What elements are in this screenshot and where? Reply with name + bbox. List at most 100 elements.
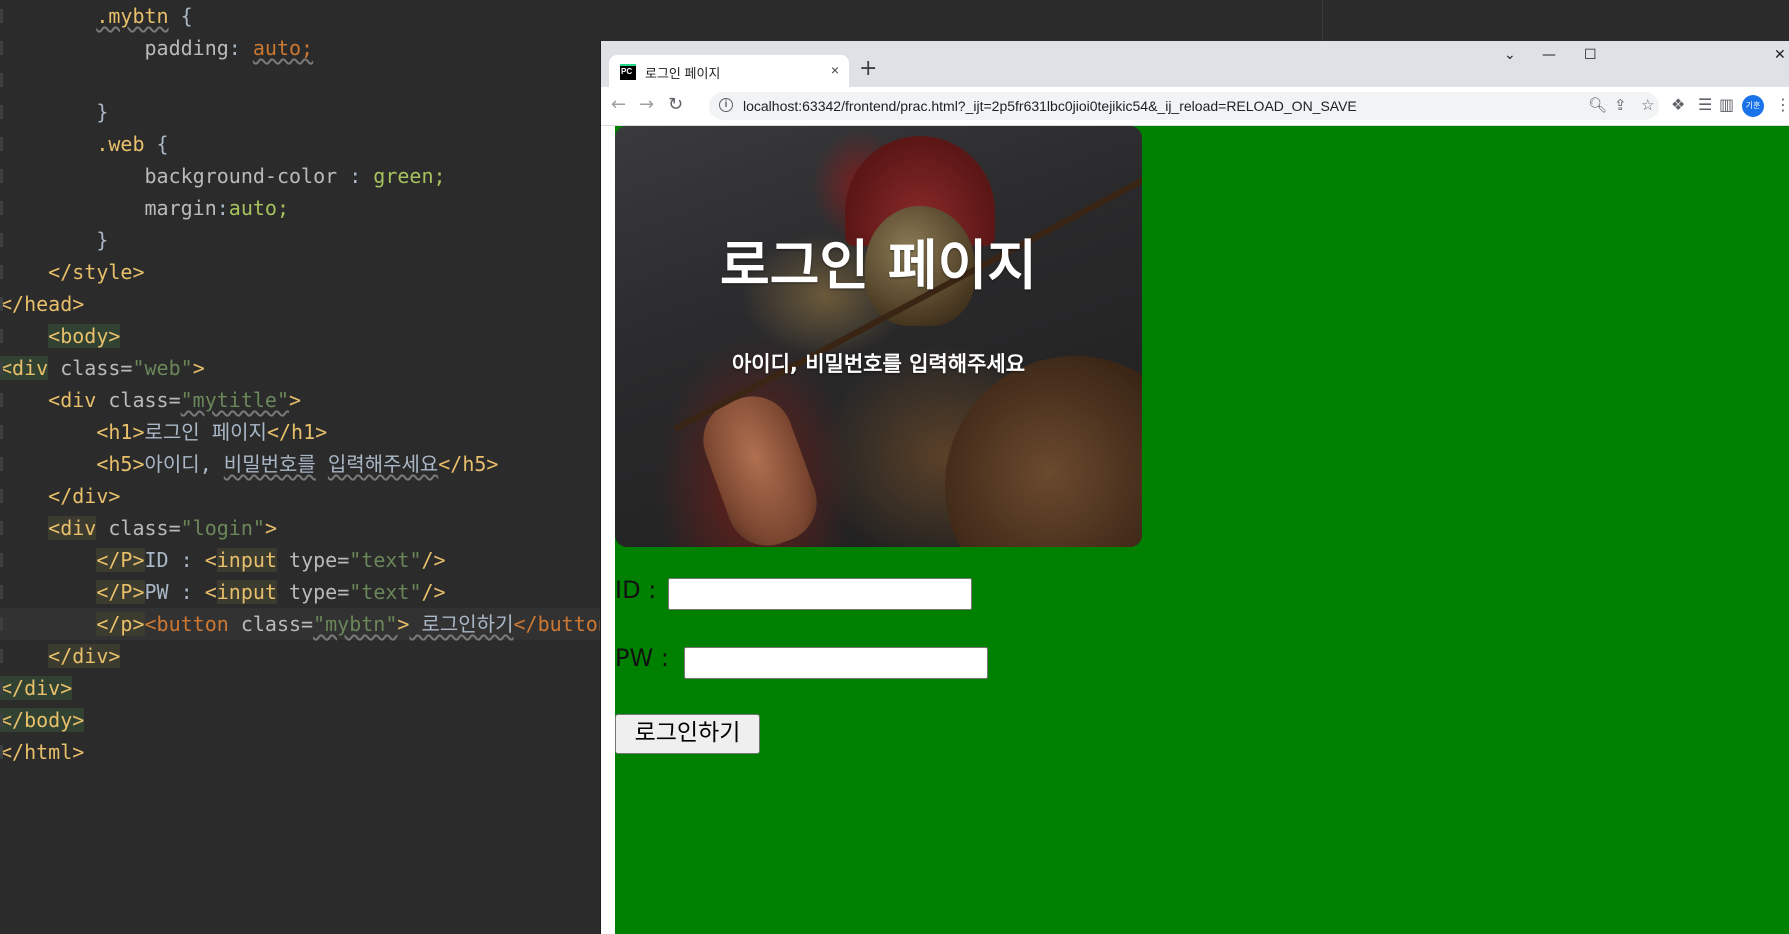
- code-token: }: [0, 228, 109, 252]
- back-button[interactable]: ←: [611, 95, 626, 115]
- code-token: >: [289, 388, 302, 412]
- code-token: 로그인하기: [409, 612, 514, 636]
- code-line[interactable]: <body>: [0, 320, 601, 352]
- fold-marker: [0, 649, 3, 663]
- code-line[interactable]: }: [0, 224, 601, 256]
- code-token: </button>: [513, 612, 601, 636]
- code-token: {: [168, 4, 193, 28]
- tab-close-icon[interactable]: ×: [831, 62, 839, 78]
- code-token: {: [144, 132, 169, 156]
- code-token: green;: [373, 164, 446, 188]
- star-icon[interactable]: ☆: [1641, 96, 1654, 114]
- code-line[interactable]: [0, 64, 601, 96]
- code-token: <button: [144, 612, 229, 636]
- code-editor[interactable]: .mybtn { padding: auto; } .web { backgro…: [0, 0, 601, 934]
- address-bar[interactable]: i localhost:63342/frontend/prac.html?_ij…: [709, 92, 1659, 120]
- code-token: </html>: [0, 740, 85, 764]
- minimize-button[interactable]: —: [1542, 47, 1556, 63]
- code-line[interactable]: </P>PW : <input type="text"/>: [0, 576, 601, 608]
- code-token: <: [204, 580, 217, 604]
- fold-marker: [0, 169, 3, 183]
- code-line[interactable]: </head>: [0, 288, 601, 320]
- code-line[interactable]: </style>: [0, 256, 601, 288]
- fold-marker: [0, 9, 3, 23]
- code-token: class=: [228, 612, 314, 636]
- code-token: <h5>: [96, 452, 145, 476]
- code-token: />: [421, 580, 446, 604]
- browser-tab[interactable]: PC 로그인 페이지 ×: [609, 55, 849, 87]
- code-token: </P>: [96, 580, 145, 604]
- spartan-shield-shape: [945, 356, 1142, 547]
- maximize-button[interactable]: ☐: [1584, 47, 1597, 63]
- code-line[interactable]: </div>: [0, 640, 601, 672]
- close-window-button[interactable]: ✕: [1774, 47, 1786, 63]
- site-info-icon[interactable]: i: [719, 98, 733, 112]
- code-line[interactable]: .mybtn {: [0, 0, 601, 32]
- code-token: .mybtn: [96, 4, 169, 28]
- code-line[interactable]: .web {: [0, 128, 601, 160]
- code-line[interactable]: </div>: [0, 672, 601, 704]
- code-token: 입력해주세요: [327, 452, 439, 476]
- code-line[interactable]: <div class="login">: [0, 512, 601, 544]
- code-line[interactable]: }: [0, 96, 601, 128]
- id-label: ID :: [615, 576, 657, 604]
- code-line[interactable]: </html>: [0, 736, 601, 768]
- code-token: >: [397, 612, 410, 636]
- fold-marker: [0, 681, 3, 695]
- fold-marker: [0, 201, 3, 215]
- zoom-icon[interactable]: 🔍︎: [1588, 96, 1607, 114]
- code-line[interactable]: </p><button class="mybtn"> 로그인하기</button…: [0, 608, 601, 640]
- id-input[interactable]: [668, 578, 972, 610]
- code-token: </div>: [48, 484, 121, 508]
- pw-input[interactable]: [684, 647, 988, 679]
- code-token: }: [0, 100, 109, 124]
- side-panel-icon[interactable]: ▥: [1719, 95, 1734, 114]
- fold-marker: [0, 361, 3, 375]
- code-line[interactable]: background-color : green;: [0, 160, 601, 192]
- code-line[interactable]: </div>: [0, 480, 601, 512]
- fold-marker: [0, 41, 3, 55]
- extensions-icon[interactable]: ❖: [1671, 95, 1685, 114]
- tab-search-icon[interactable]: ⌄: [1504, 47, 1516, 63]
- code-line[interactable]: </P>ID : <input type="text"/>: [0, 544, 601, 576]
- fold-marker: [0, 393, 3, 407]
- code-token: </head>: [0, 292, 85, 316]
- fold-marker: [0, 489, 3, 503]
- code-token: "text": [349, 580, 422, 604]
- share-icon[interactable]: ⇪: [1614, 96, 1627, 114]
- fold-marker: [0, 265, 3, 279]
- reading-list-icon[interactable]: ☰: [1698, 95, 1712, 114]
- code-token: 로그인 페이지: [144, 420, 267, 444]
- more-icon[interactable]: ⋮: [1775, 95, 1789, 114]
- fold-marker: [0, 297, 3, 311]
- new-tab-button[interactable]: +: [859, 57, 877, 81]
- profile-avatar[interactable]: 기훈: [1742, 95, 1764, 117]
- code-token: </P>: [96, 548, 145, 572]
- page-subtitle: 아이디, 비밀번호를 입력해주세요: [731, 352, 1026, 376]
- url-text[interactable]: localhost:63342/frontend/prac.html?_ijt=…: [743, 98, 1357, 114]
- code-line[interactable]: <div class="mytitle">: [0, 384, 601, 416]
- fold-marker: [0, 617, 3, 631]
- browser-toolbar: ← → ↻ i localhost:63342/frontend/prac.ht…: [601, 87, 1789, 126]
- code-token: <div: [48, 388, 97, 412]
- login-button[interactable]: 로그인하기: [615, 714, 760, 754]
- editor-background: [601, 0, 1789, 41]
- forward-button[interactable]: →: [639, 95, 654, 115]
- code-token: :: [337, 164, 374, 188]
- reload-button[interactable]: ↻: [668, 95, 683, 115]
- code-token: :: [216, 196, 229, 220]
- code-line[interactable]: </body>: [0, 704, 601, 736]
- code-line[interactable]: padding: auto;: [0, 32, 601, 64]
- code-line[interactable]: margin:auto;: [0, 192, 601, 224]
- code-line[interactable]: <h5>아이디, 비밀번호를 입력해주세요</h5>: [0, 448, 601, 480]
- code-line[interactable]: <h1>로그인 페이지</h1>: [0, 416, 601, 448]
- code-line[interactable]: <div class="web">: [0, 352, 601, 384]
